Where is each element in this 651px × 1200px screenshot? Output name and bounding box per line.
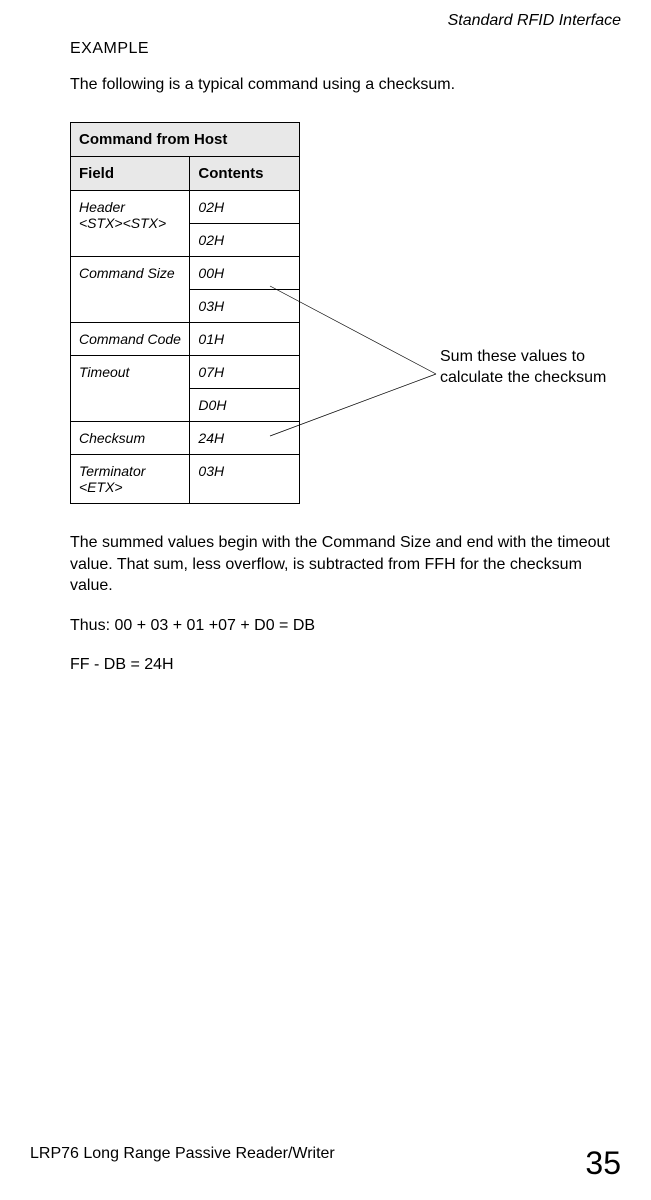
- contents-03h: 03H: [190, 290, 300, 323]
- contents-01h: 01H: [190, 323, 300, 356]
- annotation-line-2: calculate the checksum: [440, 369, 606, 386]
- contents-02h-2: 02H: [190, 224, 300, 257]
- field-header: Header<STX><STX>: [71, 191, 190, 257]
- table-area: Command from Host Field Contents Header<…: [70, 122, 621, 504]
- contents-d0h: D0H: [190, 389, 300, 422]
- body-p2: Thus: 00 + 03 + 01 +07 + D0 = DB: [70, 615, 621, 637]
- col-header-contents: Contents: [190, 157, 300, 191]
- intro-text: The following is a typical command using…: [70, 76, 621, 94]
- header-title: Standard RFID Interface: [448, 12, 621, 30]
- footer-left: LRP76 Long Range Passive Reader/Writer: [30, 1145, 335, 1163]
- command-table: Command from Host Field Contents Header<…: [70, 122, 300, 504]
- body-p3: FF - DB = 24H: [70, 654, 621, 676]
- annotation-text: Sum these values to calculate the checks…: [440, 347, 606, 389]
- annotation-line-1: Sum these values to: [440, 348, 585, 365]
- field-checksum: Checksum: [71, 422, 190, 455]
- page-footer: LRP76 Long Range Passive Reader/Writer 3…: [0, 1145, 651, 1182]
- body-p1: The summed values begin with the Command…: [70, 532, 621, 597]
- contents-00h: 00H: [190, 257, 300, 290]
- field-command-size: Command Size: [71, 257, 190, 323]
- contents-07h: 07H: [190, 356, 300, 389]
- contents-03h-2: 03H: [190, 455, 300, 504]
- field-timeout: Timeout: [71, 356, 190, 422]
- footer-page-number: 35: [585, 1145, 621, 1182]
- example-heading: EXAMPLE: [70, 40, 621, 58]
- col-header-field: Field: [71, 157, 190, 191]
- page-content: EXAMPLE The following is a typical comma…: [0, 0, 651, 676]
- contents-02h-1: 02H: [190, 191, 300, 224]
- contents-24h: 24H: [190, 422, 300, 455]
- field-command-code: Command Code: [71, 323, 190, 356]
- field-terminator: Terminator <ETX>: [71, 455, 190, 504]
- table-title: Command from Host: [71, 123, 300, 157]
